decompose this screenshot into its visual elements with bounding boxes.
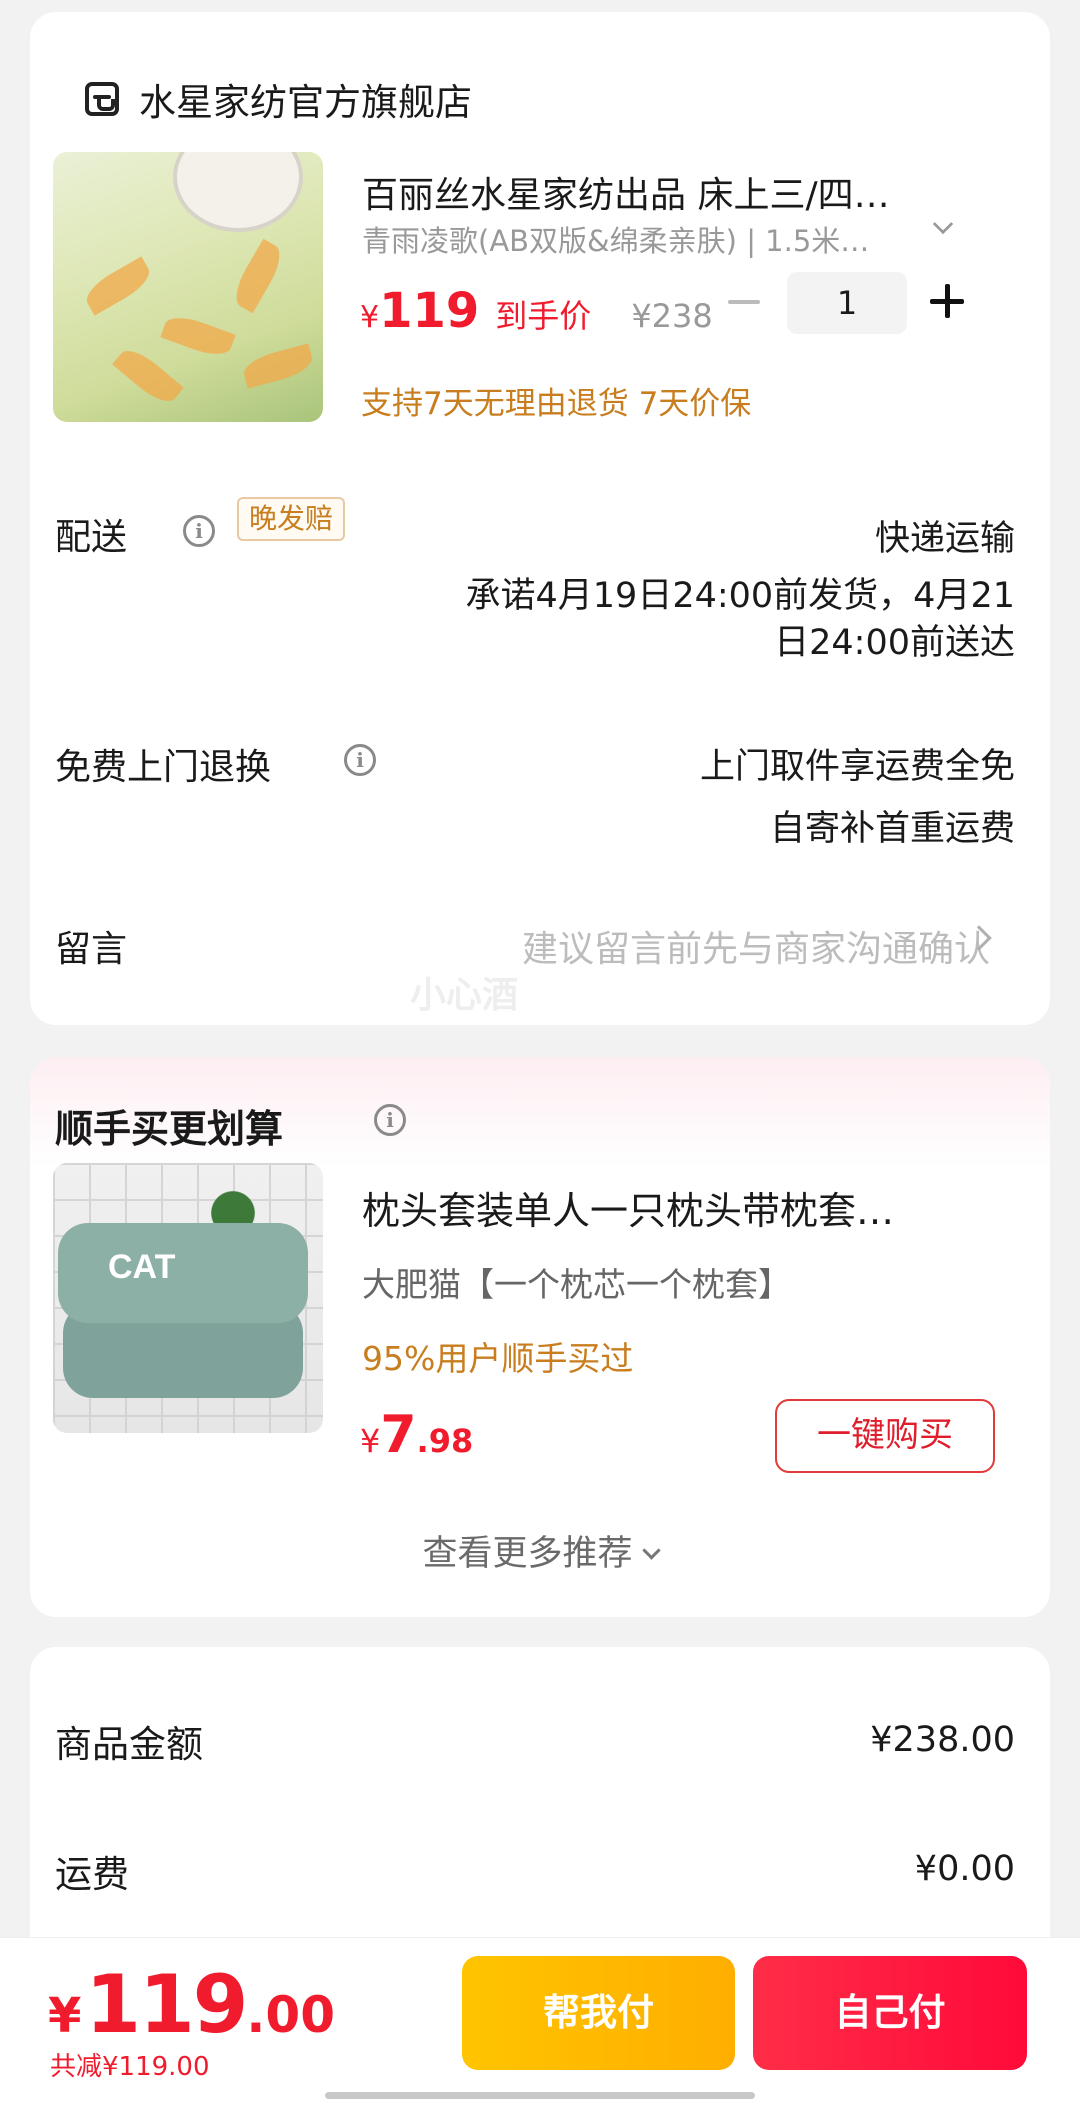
recommend-product-note: 95%用户顺手买过 bbox=[362, 1339, 634, 1378]
return-line1: 上门取件享运费全免 bbox=[699, 747, 1015, 787]
store-name[interactable]: 水星家纺官方旗舰店 bbox=[139, 72, 472, 126]
delivery-promise-line1: 承诺4月19日24:00前发货，4月21 bbox=[465, 576, 1015, 616]
pay-myself-button[interactable]: 自己付 bbox=[753, 1956, 1027, 2070]
total-discount: 共减¥119.00 bbox=[50, 2052, 210, 2082]
recommend-product-title[interactable]: 枕头套装单人一只枕头带枕套… bbox=[362, 1180, 894, 1235]
return-info-icon[interactable]: i bbox=[344, 744, 376, 776]
final-price: 119 bbox=[379, 283, 480, 339]
quantity-increase-button[interactable] bbox=[930, 284, 964, 318]
delivery-method: 快递运输 bbox=[874, 519, 1015, 559]
delivery-label: 配送 bbox=[55, 517, 128, 558]
free-return-label: 免费上门退换 bbox=[55, 747, 272, 788]
help-me-pay-button[interactable]: 帮我付 bbox=[462, 1956, 735, 2070]
product-price: ¥ 119 到手价 ¥238 bbox=[360, 283, 713, 339]
product-spec[interactable]: 青雨凌歌(AB双版&绵柔亲肤) | 1.5米… bbox=[362, 218, 869, 260]
recommend-product-image[interactable]: CAT bbox=[53, 1163, 323, 1433]
chevron-down-icon bbox=[641, 1541, 661, 1560]
product-image[interactable] bbox=[53, 152, 323, 422]
one-click-buy-button[interactable]: 一键购买 bbox=[775, 1399, 995, 1473]
product-title[interactable]: 百丽丝水星家纺出品 床上三/四… bbox=[362, 166, 890, 218]
total-price: ¥ 119 .00 bbox=[48, 1958, 335, 2051]
late-compensation-badge: 晚发赔 bbox=[237, 497, 346, 541]
quantity-input[interactable]: 1 bbox=[787, 272, 907, 334]
recommend-section-title: 顺手买更划算 bbox=[55, 1107, 284, 1151]
recommend-info-icon[interactable]: i bbox=[374, 1104, 406, 1136]
price-summary-card bbox=[30, 1647, 1050, 1967]
store-icon bbox=[85, 82, 119, 116]
home-indicator[interactable] bbox=[325, 2092, 755, 2099]
quantity-decrease-button[interactable] bbox=[728, 300, 760, 304]
message-label: 留言 bbox=[55, 929, 128, 970]
recommend-product-price: ¥ 7 .98 bbox=[360, 1405, 474, 1465]
guarantee-text: 支持7天无理由退货 7天价保 bbox=[361, 386, 752, 422]
see-more-recommend[interactable]: 查看更多推荐 bbox=[0, 1525, 1080, 1576]
goods-amount-value: ¥238.00 bbox=[870, 1720, 1015, 1760]
delivery-promise-line2: 日24:00前送达 bbox=[774, 623, 1015, 663]
final-price-tag: 到手价 bbox=[495, 297, 592, 335]
delivery-info-icon[interactable]: i bbox=[183, 515, 215, 547]
recommend-product-spec: 大肥猫【一个枕芯一个枕套】 bbox=[362, 1265, 791, 1304]
goods-amount-label: 商品金额 bbox=[55, 1723, 203, 1766]
return-line2: 自寄补首重运费 bbox=[769, 809, 1015, 849]
pillow-print-text: CAT bbox=[108, 1248, 176, 1286]
shipping-fee-label: 运费 bbox=[55, 1853, 129, 1896]
store-header[interactable]: 水星家纺官方旗舰店 bbox=[85, 72, 472, 126]
watermark-text: 小心酒 bbox=[410, 975, 519, 1016]
shipping-fee-value: ¥0.00 bbox=[914, 1849, 1015, 1889]
original-price: ¥238 bbox=[631, 297, 713, 335]
message-input[interactable]: 建议留言前先与商家沟通确认 bbox=[522, 920, 990, 972]
